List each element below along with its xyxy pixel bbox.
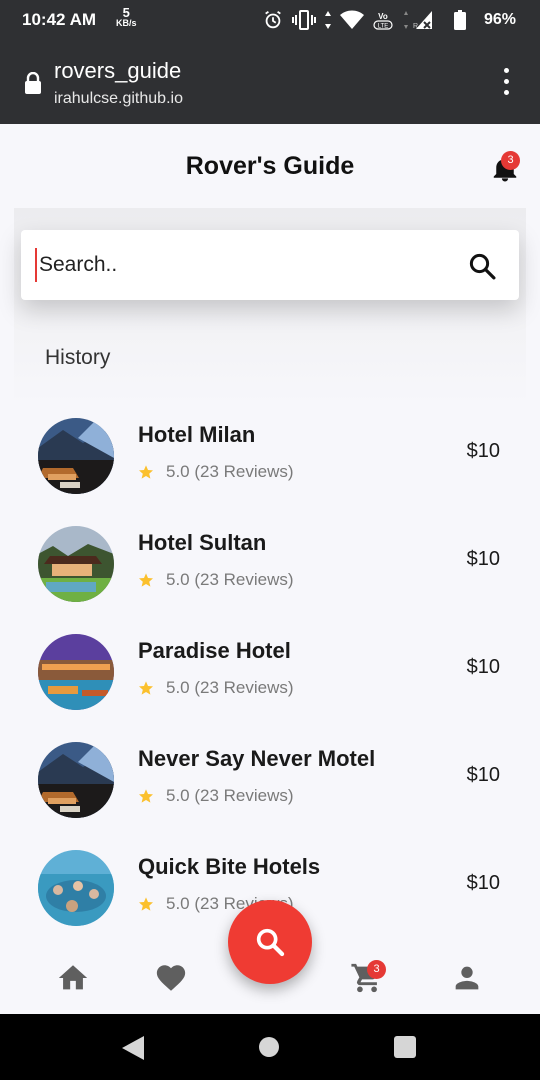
cart-badge: 3 (367, 960, 386, 979)
wifi-icon (340, 10, 364, 29)
network-speed-value: 5 (122, 5, 130, 20)
recent-apps-button[interactable] (394, 1036, 416, 1058)
hotel-name: Quick Bite Hotels (138, 854, 321, 879)
hotel-thumbnail (38, 742, 114, 818)
status-time: 10:42 AM (22, 10, 97, 29)
hotel-thumbnail (38, 526, 114, 602)
hotel-price: $10 (466, 872, 500, 894)
vibrate-icon (292, 10, 316, 30)
hotel-rating: 5.0 (23 Reviews) (138, 570, 294, 590)
star-icon (139, 789, 153, 803)
search-icon[interactable] (467, 251, 497, 281)
svg-text:LTE: LTE (378, 24, 389, 30)
app-header: Rover's Guide (0, 124, 540, 208)
volte-icon: Vo LTE (373, 12, 393, 30)
home-button[interactable] (259, 1037, 279, 1057)
browser-domain: irahulcse.github.io (54, 90, 183, 107)
list-item[interactable]: Hotel Milan 5.0 (23 Reviews) $10 (0, 418, 540, 526)
home-icon[interactable] (56, 961, 90, 995)
back-icon[interactable] (122, 1036, 144, 1060)
page-title: Rover's Guide (185, 152, 355, 180)
heart-icon[interactable] (154, 961, 188, 995)
hotel-rating-text: 5.0 (23 Reviews) (166, 570, 294, 589)
hotel-rating-text: 5.0 (23 Reviews) (166, 462, 294, 481)
hotel-price: $10 (466, 440, 500, 462)
hotel-rating-text: 5.0 (23 Reviews) (166, 786, 294, 805)
list-item[interactable]: Paradise Hotel 5.0 (23 Reviews) $10 (0, 634, 540, 742)
battery-percent: 96% (483, 11, 516, 28)
hotel-thumbnail (38, 634, 114, 710)
hotel-rating: 5.0 (23 Reviews) (138, 678, 294, 698)
lock-icon (25, 72, 41, 94)
system-nav-bar (0, 1014, 540, 1080)
history-label: History (45, 346, 111, 369)
star-icon (139, 681, 153, 695)
search-box[interactable] (21, 230, 519, 300)
hotel-price: $10 (466, 656, 500, 678)
browser-page-title: rovers_guide (54, 58, 182, 83)
status-icons: Vo LTE R (262, 9, 432, 31)
list-item[interactable]: Hotel Sultan 5.0 (23 Reviews) $10 (0, 526, 540, 634)
status-bar: 10:42 AM 5 KB/s Vo LTE R 96% (0, 0, 540, 42)
hotel-name: Never Say Never Motel (138, 746, 376, 771)
hotel-thumbnail (38, 850, 114, 926)
browser-url-bar[interactable]: rovers_guide irahulcse.github.io (0, 42, 540, 124)
hotel-name: Paradise Hotel (138, 638, 291, 663)
alarm-icon (265, 10, 281, 29)
notification-badge: 3 (501, 151, 520, 170)
person-icon[interactable] (450, 961, 484, 995)
hotel-rating: 5.0 (23 Reviews) (138, 462, 294, 482)
star-icon (139, 897, 153, 911)
hotel-rating: 5.0 (23 Reviews) (138, 786, 294, 806)
star-icon (139, 465, 153, 479)
network-speed-unit: KB/s (116, 18, 137, 28)
search-icon (256, 928, 285, 957)
hotel-name: Hotel Sultan (138, 530, 267, 555)
hotel-name: Hotel Milan (138, 422, 256, 447)
overflow-menu-icon[interactable] (496, 68, 516, 98)
data-arrows-icon (325, 11, 331, 29)
search-input[interactable] (35, 248, 455, 282)
hotel-rating-text: 5.0 (23 Reviews) (166, 678, 294, 697)
star-icon (139, 573, 153, 587)
hotel-price: $10 (466, 548, 500, 570)
battery-icon (454, 10, 466, 30)
hotel-thumbnail (38, 418, 114, 494)
hotel-price: $10 (466, 764, 500, 786)
signal-icon: R (404, 11, 432, 30)
search-fab-button[interactable] (228, 900, 312, 984)
svg-text:Vo: Vo (378, 12, 388, 21)
list-item[interactable]: Never Say Never Motel 5.0 (23 Reviews) $… (0, 742, 540, 850)
network-speed: 5 KB/s (116, 5, 137, 28)
